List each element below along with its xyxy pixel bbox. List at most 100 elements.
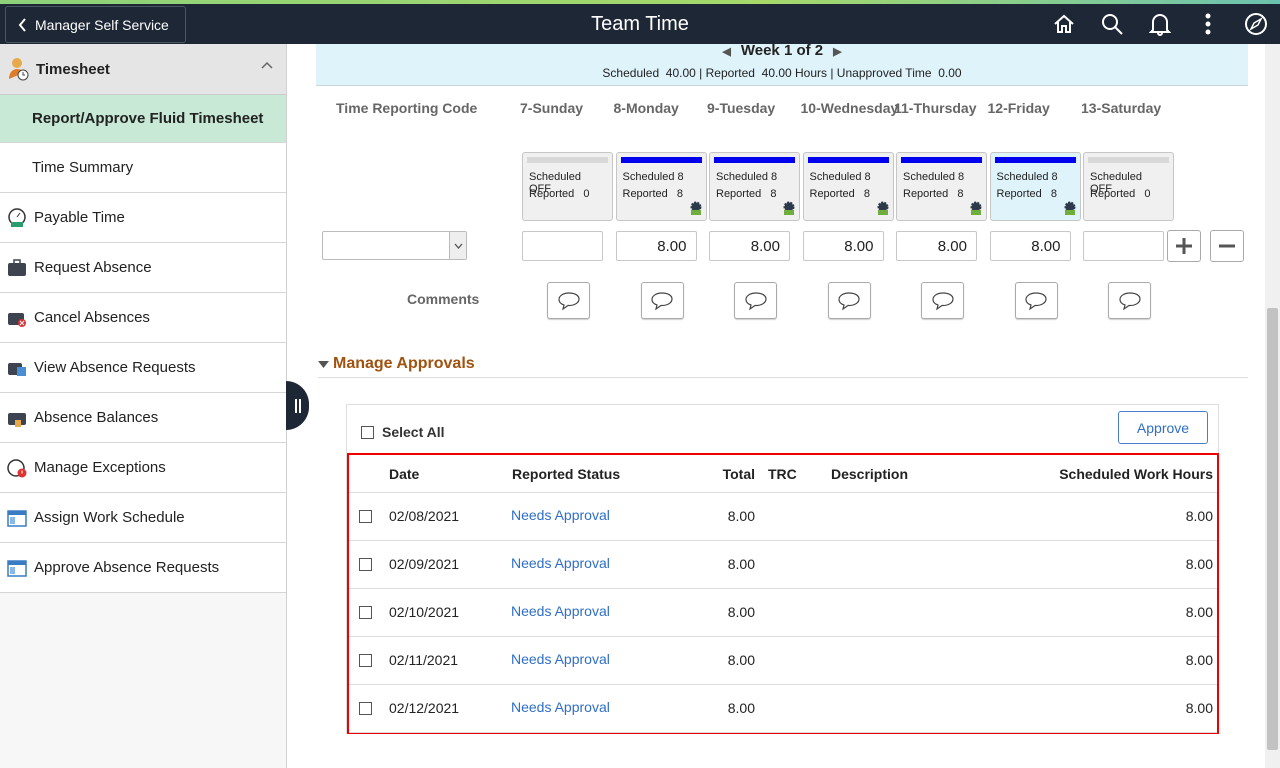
schedule-gear-icon <box>689 201 703 218</box>
schedule-window-icon <box>7 508 27 528</box>
row-checkbox[interactable] <box>359 654 372 667</box>
comment-button[interactable] <box>827 282 871 319</box>
comment-button[interactable] <box>921 282 964 319</box>
navbar-button[interactable] <box>1232 4 1280 44</box>
scheduled-hours: Scheduled 8 <box>622 171 684 183</box>
day-summary-card[interactable]: Scheduled OFF Reported 0 <box>522 152 613 221</box>
column-header-trc: TRC <box>768 466 797 482</box>
previous-week-arrow-icon[interactable]: ◀ <box>722 46 730 58</box>
comment-button[interactable] <box>1014 282 1058 319</box>
delete-row-button[interactable] <box>1210 230 1244 262</box>
sidebar-item-report-approve-timesheet[interactable]: Report/Approve Fluid Timesheet <box>0 95 286 143</box>
scheduled-hours: Scheduled OFF <box>529 171 581 195</box>
column-header-description: Description <box>831 466 909 482</box>
row-date: 02/10/2021 <box>389 604 460 620</box>
table-row: 02/11/2021 Needs Approval 8.00 8.00 <box>349 637 1217 685</box>
day-summary-card[interactable]: Scheduled 8 Reported 8 <box>709 152 800 221</box>
sidebar-item-manage-exceptions[interactable]: Manage Exceptions <box>0 443 286 493</box>
sidebar-item-payable-time[interactable]: Payable Time <box>0 193 286 243</box>
day-summary-card[interactable]: Scheduled OFF Reported 0 <box>1083 152 1174 221</box>
hours-input[interactable]: 8.00 <box>896 231 977 261</box>
speech-bubble-icon <box>651 291 673 310</box>
minus-icon <box>1219 244 1235 248</box>
scheduled-hours: Scheduled 8 <box>809 171 871 183</box>
home-button[interactable] <box>1040 4 1088 44</box>
hours-input[interactable] <box>1083 231 1164 261</box>
comment-button[interactable] <box>1108 282 1151 319</box>
speech-bubble-icon <box>1118 291 1141 310</box>
day-summary-card[interactable]: Scheduled 8 Reported 8 <box>615 152 707 221</box>
actions-menu-button[interactable] <box>1184 4 1232 44</box>
row-status-link[interactable]: Needs Approval <box>511 507 610 523</box>
exception-clock-icon <box>7 458 27 478</box>
hours-input[interactable]: 8.00 <box>615 231 697 261</box>
row-checkbox[interactable] <box>359 606 372 619</box>
comment-button[interactable] <box>734 282 777 319</box>
row-date: 02/11/2021 <box>389 652 459 668</box>
briefcase-icon <box>7 258 27 278</box>
vertical-scrollbar[interactable] <box>1265 44 1280 768</box>
table-row: 02/10/2021 Needs Approval 8.00 8.00 <box>349 589 1217 637</box>
day-column-header: 10-Wednesday <box>800 100 899 116</box>
sidebar-item-time-summary[interactable]: Time Summary <box>0 143 286 193</box>
sidebar: Timesheet Report/Approve Fluid Timesheet… <box>0 44 287 768</box>
row-checkbox[interactable] <box>359 702 372 715</box>
row-scheduled-hours: 8.00 <box>1185 700 1213 716</box>
schedule-gear-icon <box>782 201 796 218</box>
comment-button[interactable] <box>547 282 590 319</box>
schedule-window-icon <box>7 558 27 578</box>
speech-bubble-icon <box>744 291 767 310</box>
table-header-row: Date Reported Status Total TRC Descripti… <box>349 455 1217 493</box>
select-all-checkbox[interactable]: Select All <box>361 424 445 440</box>
sidebar-item-approve-absence-requests[interactable]: Approve Absence Requests <box>0 543 286 593</box>
hours-input[interactable]: 8.00 <box>989 231 1071 261</box>
day-summary-card[interactable]: Scheduled 8 Reported 8 <box>802 152 894 221</box>
approvals-panel: Select All Approve Date Reported Status … <box>346 404 1219 734</box>
reported-hours: Reported 0 <box>1090 188 1151 200</box>
comment-button[interactable] <box>640 282 684 319</box>
sidebar-group-timesheet[interactable]: Timesheet <box>0 44 286 95</box>
hours-input[interactable]: 8.00 <box>709 231 790 261</box>
next-week-arrow-icon[interactable]: ▶ <box>833 46 841 58</box>
row-checkbox[interactable] <box>359 510 372 523</box>
hours-input[interactable] <box>522 231 603 261</box>
plus-icon <box>1176 238 1192 254</box>
sidebar-item-assign-work-schedule[interactable]: Assign Work Schedule <box>0 493 286 543</box>
manage-approvals-section-header[interactable]: Manage Approvals <box>318 355 1248 378</box>
trc-select[interactable] <box>322 231 467 260</box>
back-button[interactable]: Manager Self Service <box>5 6 186 43</box>
approve-button[interactable]: Approve <box>1118 411 1208 444</box>
back-label: Manager Self Service <box>35 16 169 33</box>
row-total: 8.00 <box>727 604 755 620</box>
schedule-gear-icon <box>1063 201 1077 218</box>
row-date: 02/08/2021 <box>389 508 460 524</box>
scheduled-hours: Scheduled 8 <box>903 171 965 183</box>
top-header: Manager Self Service Team Time <box>0 4 1280 44</box>
sidebar-item-view-absence-requests[interactable]: View Absence Requests <box>0 343 286 393</box>
row-checkbox[interactable] <box>359 558 372 571</box>
add-row-button[interactable] <box>1167 230 1201 262</box>
briefcase-cancel-icon <box>7 308 27 328</box>
payable-time-icon <box>7 207 27 228</box>
hours-input[interactable]: 8.00 <box>802 231 884 261</box>
sidebar-item-absence-balances[interactable]: Absence Balances <box>0 393 286 443</box>
row-status-link[interactable]: Needs Approval <box>511 699 610 715</box>
row-status-link[interactable]: Needs Approval <box>511 555 610 571</box>
approvals-table: Date Reported Status Total TRC Descripti… <box>347 453 1219 734</box>
row-total: 8.00 <box>727 508 755 524</box>
sidebar-item-cancel-absences[interactable]: Cancel Absences <box>0 293 286 343</box>
row-status-link[interactable]: Needs Approval <box>511 651 610 667</box>
notifications-button[interactable] <box>1136 4 1184 44</box>
chevron-left-icon <box>18 17 26 32</box>
row-status-link[interactable]: Needs Approval <box>511 603 610 619</box>
trc-column-header: Time Reporting Code <box>336 100 478 116</box>
day-summary-card[interactable]: Scheduled 8 Reported 8 <box>989 152 1081 221</box>
sidebar-group-label: Timesheet <box>36 60 110 78</box>
day-column-header: 13-Saturday <box>1081 100 1162 116</box>
search-button[interactable] <box>1088 4 1136 44</box>
sidebar-item-request-absence[interactable]: Request Absence <box>0 243 286 293</box>
chevron-up-icon[interactable] <box>260 60 274 70</box>
sidebar-item-label: Cancel Absences <box>34 309 150 326</box>
day-summary-card[interactable]: Scheduled 8 Reported 8 <box>896 152 987 221</box>
briefcase-balance-icon <box>7 408 27 428</box>
